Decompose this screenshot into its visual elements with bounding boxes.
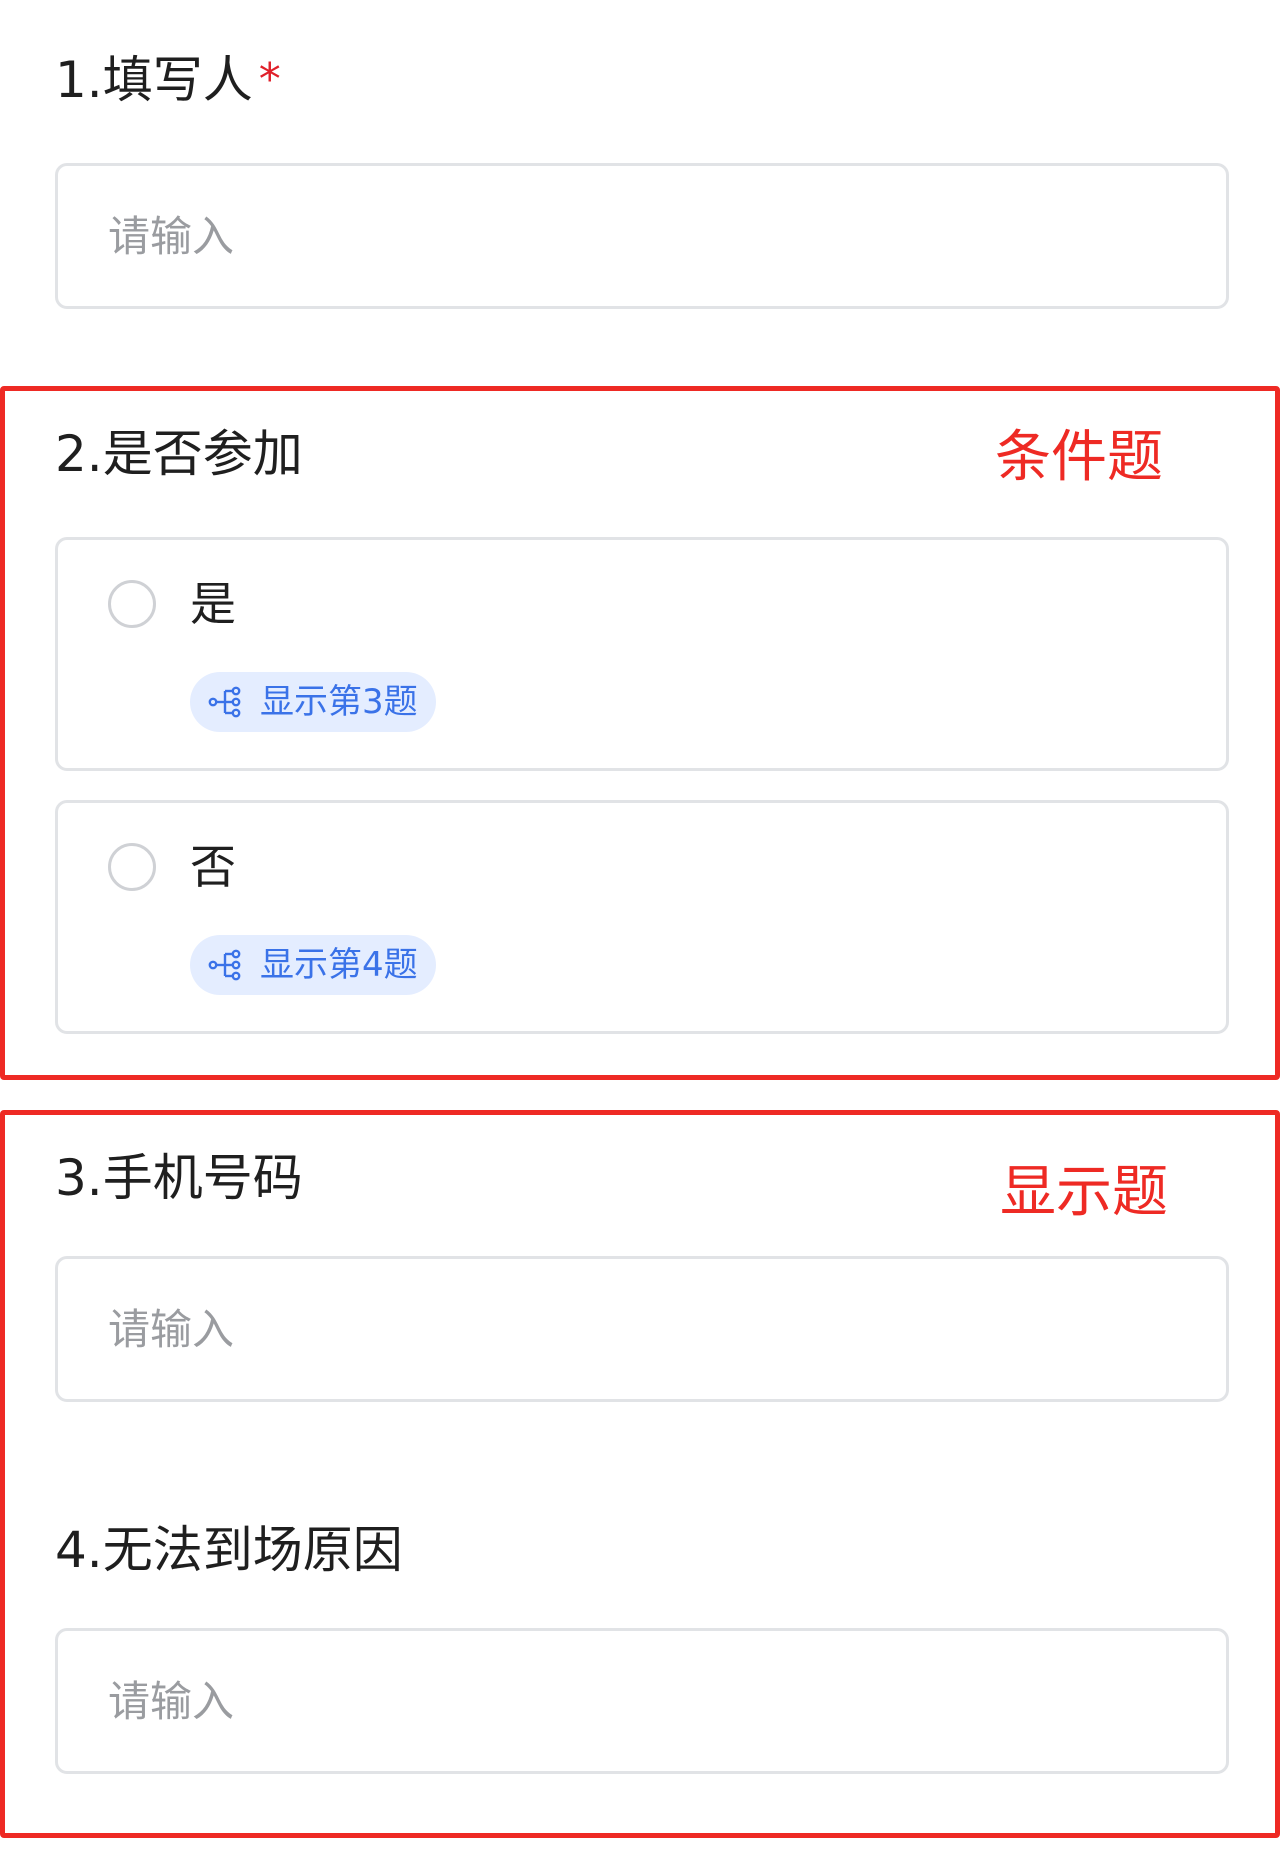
question-4-input[interactable]	[108, 1631, 1168, 1771]
question-3-input[interactable]	[108, 1259, 1168, 1399]
question-1-input-box[interactable]	[55, 163, 1229, 309]
logic-tag-no-text: 显示第4题	[260, 945, 418, 985]
branch-logic-icon	[208, 686, 241, 718]
logic-tag-yes-text: 显示第3题	[260, 682, 418, 722]
question-2-title: 2.是否参加	[55, 425, 303, 483]
question-4-input-box[interactable]	[55, 1628, 1229, 1774]
question-4-title: 4.无法到场原因	[55, 1521, 403, 1579]
display-question-label: 显示题	[1000, 1160, 1168, 1225]
condition-question-label: 条件题	[995, 425, 1163, 490]
question-1-title: 1.填写人 *	[55, 50, 281, 110]
logic-tag-no: 显示第4题	[190, 935, 436, 995]
radio-button-no[interactable]	[108, 843, 156, 891]
option-card-yes[interactable]: 是 显示第3题	[55, 537, 1229, 771]
option-label-no: 否	[190, 840, 236, 894]
option-card-no[interactable]: 否 显示第4题	[55, 800, 1229, 1034]
question-3-title: 3.手机号码	[55, 1149, 303, 1207]
logic-tag-yes: 显示第3题	[190, 672, 436, 732]
required-star: *	[258, 54, 281, 105]
radio-button-yes[interactable]	[108, 580, 156, 628]
branch-logic-icon	[208, 949, 241, 981]
question-3-input-box[interactable]	[55, 1256, 1229, 1402]
question-1-title-text: 1.填写人	[55, 51, 253, 109]
question-1-input[interactable]	[108, 166, 1168, 306]
option-label-yes: 是	[190, 577, 236, 631]
